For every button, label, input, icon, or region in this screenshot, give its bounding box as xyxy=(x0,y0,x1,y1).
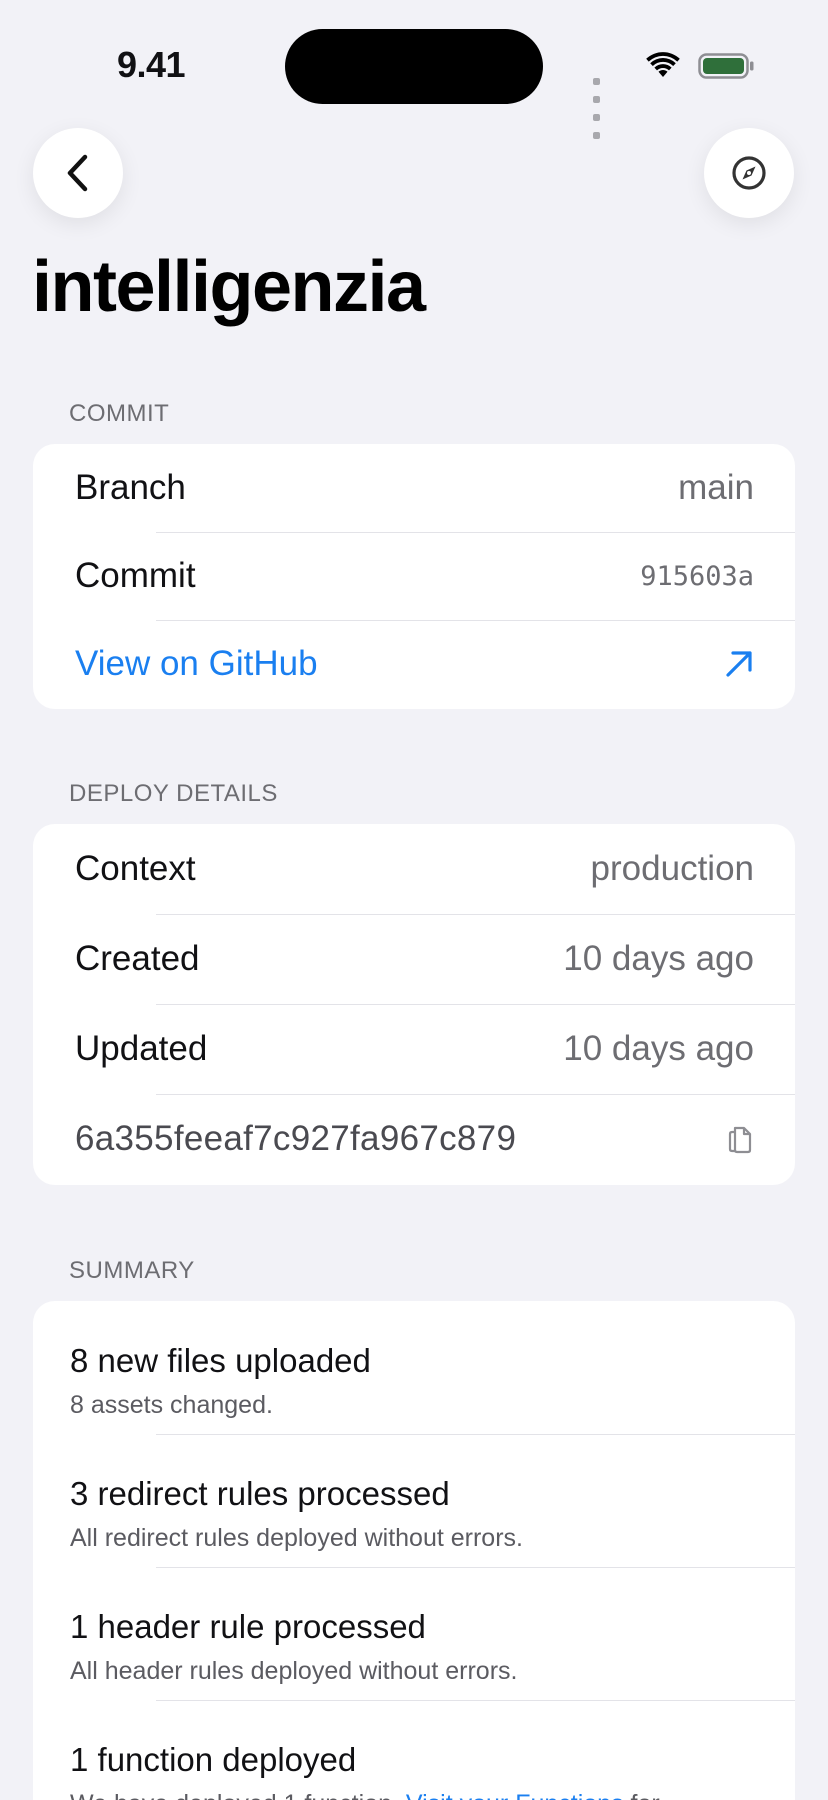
commit-card: Branch main Commit 915603a View on GitHu… xyxy=(33,444,795,709)
battery-icon xyxy=(698,53,754,79)
created-value: 10 days ago xyxy=(563,939,754,978)
open-in-browser-button[interactable] xyxy=(704,128,794,218)
commit-section-header: COMMIT xyxy=(69,400,170,427)
chevron-left-icon xyxy=(67,154,88,192)
branch-label: Branch xyxy=(75,468,186,507)
functions-description-text: We have deployed 1 function. xyxy=(70,1790,399,1800)
context-label: Context xyxy=(75,849,196,888)
arrow-up-right-icon xyxy=(726,651,752,677)
summary-item-description: 8 assets changed. xyxy=(70,1391,273,1419)
commit-row: Commit 915603a xyxy=(33,532,795,620)
deploy-id: 6a355feeaf7c927fa967c879 xyxy=(75,1119,517,1158)
functions-description-tail: for xyxy=(631,1790,660,1800)
back-button[interactable] xyxy=(33,128,123,218)
summary-item-description: All redirect rules deployed without erro… xyxy=(70,1524,523,1552)
summary-item-description: We have deployed 1 function. Visit your … xyxy=(70,1792,757,1800)
wifi-icon xyxy=(646,52,680,77)
context-value: production xyxy=(590,849,754,888)
commit-hash: 915603a xyxy=(640,560,754,592)
context-row: Context production xyxy=(33,824,795,914)
compass-icon xyxy=(732,156,766,190)
branch-row: Branch main xyxy=(33,444,795,532)
summary-card: 8 new files uploaded 8 assets changed. 3… xyxy=(33,1301,795,1800)
visit-functions-link[interactable]: Visit your Functions xyxy=(406,1790,624,1800)
updated-label: Updated xyxy=(75,1029,208,1068)
updated-row: Updated 10 days ago xyxy=(33,1004,795,1094)
deploy-details-card: Context production Created 10 days ago U… xyxy=(33,824,795,1185)
summary-item: 8 new files uploaded 8 assets changed. xyxy=(33,1301,795,1434)
summary-item-title: 3 redirect rules processed xyxy=(70,1475,450,1512)
created-label: Created xyxy=(75,939,200,978)
summary-item: 3 redirect rules processed All redirect … xyxy=(33,1434,795,1567)
summary-section-header: SUMMARY xyxy=(69,1257,195,1284)
summary-item-title: 1 header rule processed xyxy=(70,1608,426,1645)
summary-item: 1 header rule processed All header rules… xyxy=(33,1567,795,1700)
view-on-github-link[interactable]: View on GitHub xyxy=(33,620,795,708)
summary-item-description: All header rules deployed without errors… xyxy=(70,1657,518,1685)
dynamic-island xyxy=(285,29,543,104)
branch-value: main xyxy=(678,468,754,507)
status-time: 9.41 xyxy=(117,44,186,85)
copy-icon xyxy=(728,1126,752,1154)
created-row: Created 10 days ago xyxy=(33,914,795,1004)
deploy-detail-screen: 9.41 intelligenzia COMMIT Branch main Co… xyxy=(0,0,828,1800)
updated-value: 10 days ago xyxy=(563,1029,754,1068)
view-on-github-label: View on GitHub xyxy=(75,644,318,683)
deploy-details-section-header: DEPLOY DETAILS xyxy=(69,780,278,807)
deploy-id-row[interactable]: 6a355feeaf7c927fa967c879 xyxy=(33,1094,795,1184)
summary-item-title: 8 new files uploaded xyxy=(70,1342,371,1379)
summary-item-title: 1 function deployed xyxy=(70,1741,357,1778)
signal-dots-icon xyxy=(593,72,603,144)
page-title: intelligenzia xyxy=(32,247,426,327)
commit-label: Commit xyxy=(75,556,196,595)
summary-item: 1 function deployed We have deployed 1 f… xyxy=(33,1700,795,1800)
